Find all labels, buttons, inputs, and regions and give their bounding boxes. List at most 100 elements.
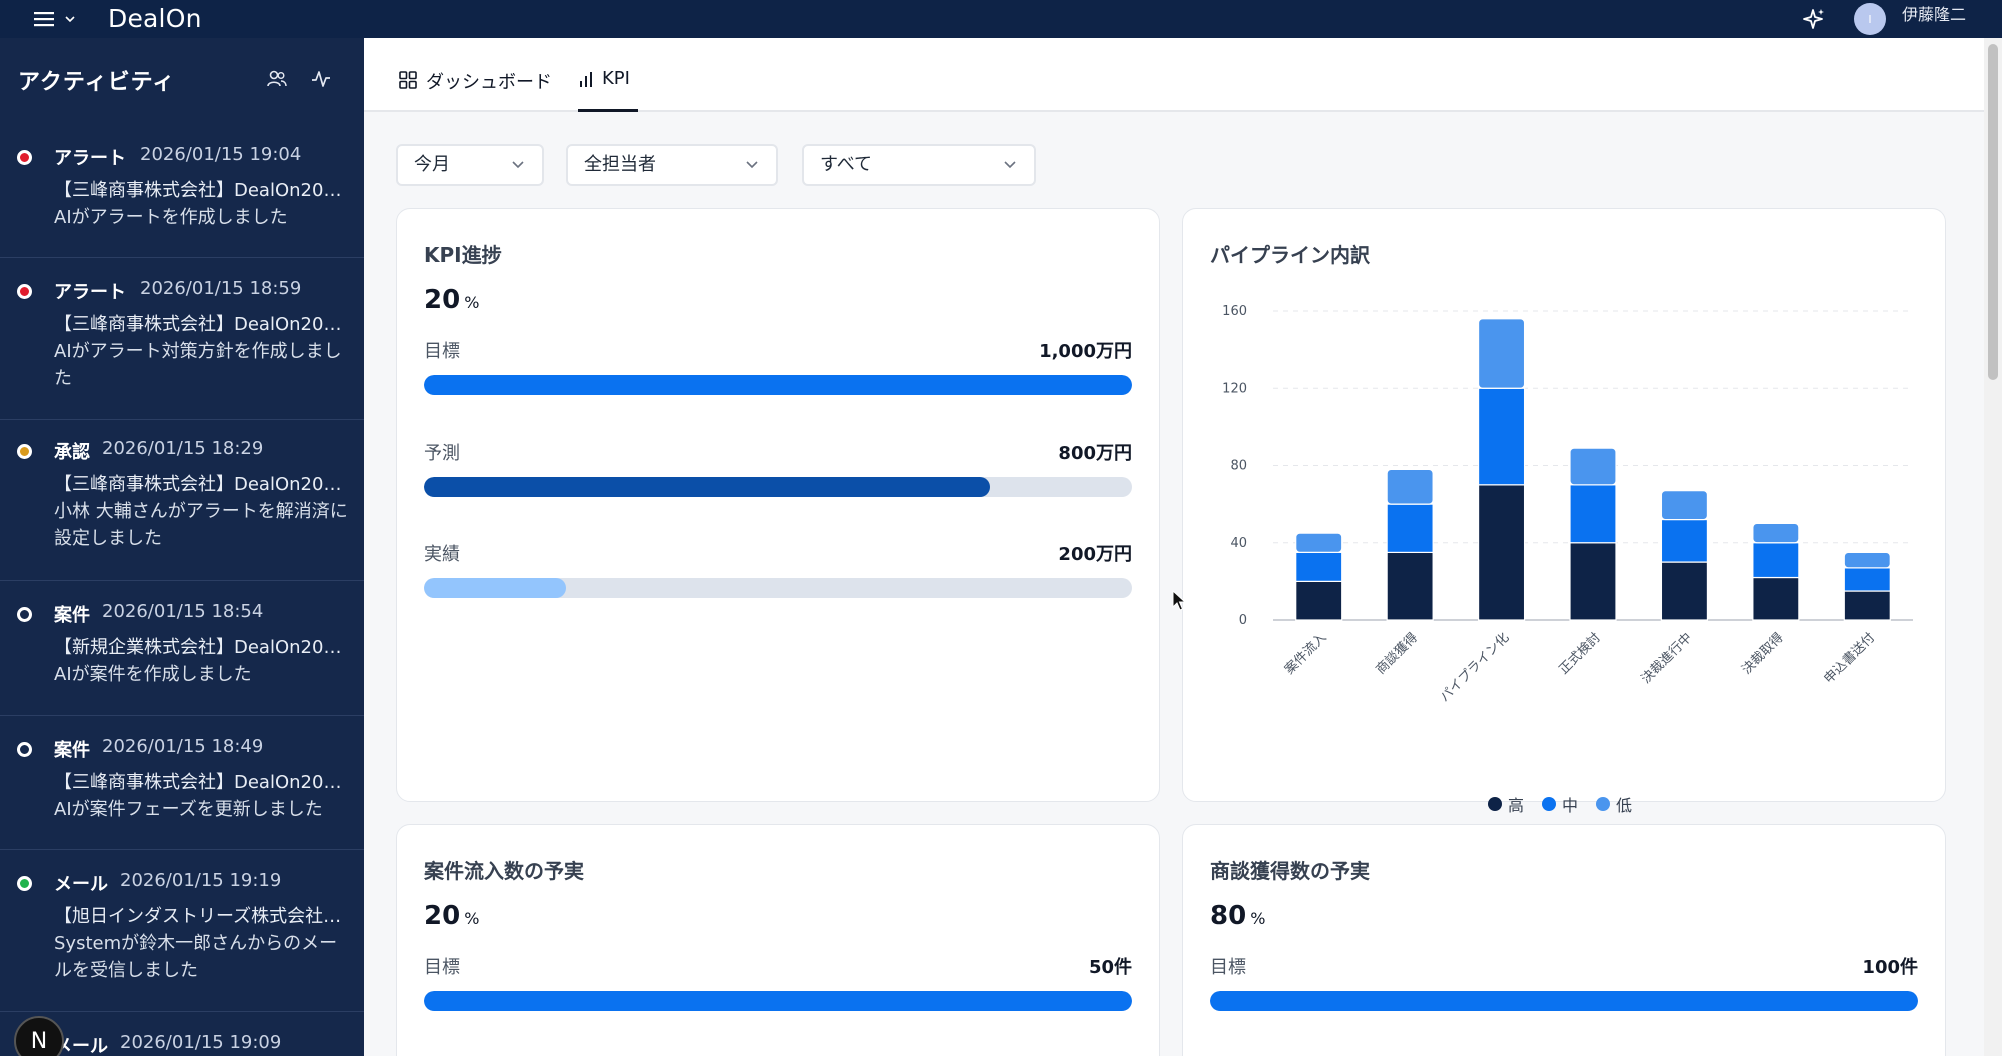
meeting-target-label: 目標 <box>1210 957 1246 978</box>
owner-filter-value: 全担当者 <box>584 154 656 175</box>
status-dot <box>17 876 32 891</box>
activity-item[interactable]: アラート 2026/01/15 19:04 【三峰商事株式会社】DealOn20… <box>0 124 364 258</box>
y-tick-label: 120 <box>1222 381 1247 396</box>
meeting-target-value: 100件 <box>1862 957 1918 978</box>
user-name[interactable]: 伊藤隆二 <box>1902 0 1966 30</box>
bar-segment <box>1477 318 1526 389</box>
activity-subject: 【三峰商事株式会社】DealOn2026導入プロジェクト <box>54 772 352 793</box>
top-bar: DealOn I 伊藤隆二 <box>0 0 2002 38</box>
activity-desc: AIが案件を作成しました <box>54 664 252 685</box>
activity-item[interactable]: 案件 2026/01/15 18:54 【新規企業株式会社】DealOn2026… <box>0 581 364 716</box>
card-title: KPI進捗 <box>424 243 502 267</box>
chart-legend: 高 中 低 <box>1488 792 1632 816</box>
bar-segment <box>1295 551 1343 582</box>
chevron-down-icon <box>746 161 758 169</box>
type-filter[interactable]: すべて <box>802 144 1036 186</box>
card-title: 商談獲得数の予実 <box>1210 859 1370 883</box>
activity-time: 2026/01/15 18:49 <box>102 736 264 757</box>
bar-segment <box>1660 518 1709 563</box>
x-tick-label: 決裁取得 <box>1739 630 1787 678</box>
period-filter[interactable]: 今月 <box>396 144 544 186</box>
bar-segment <box>1660 490 1709 521</box>
legend-item-high: 高 <box>1488 792 1524 816</box>
activity-type: 案件 <box>54 605 90 626</box>
status-dot <box>17 742 32 757</box>
meeting-percent: 80% <box>1210 901 1266 931</box>
activity-time: 2026/01/15 18:29 <box>102 438 264 459</box>
activity-item[interactable]: 案件 2026/01/15 18:49 【三峰商事株式会社】DealOn2026… <box>0 716 364 850</box>
main-content: ダッシュボード KPI 今月 全担当者 すべて KPI進捗 20% 目標 1,0… <box>364 38 1984 1056</box>
bar-segment <box>1295 580 1343 621</box>
dashboard-grid-icon <box>399 71 417 89</box>
chevron-down-icon <box>1004 161 1016 169</box>
activity-item[interactable]: 承認 2026/01/15 18:29 【三峰商事株式会社】DealOn2026… <box>0 420 364 581</box>
y-tick-label: 80 <box>1230 459 1247 474</box>
target-label: 目標 <box>424 341 460 362</box>
legend-swatch <box>1488 797 1502 811</box>
tab-dashboard[interactable]: ダッシュボード <box>398 68 552 112</box>
legend-swatch <box>1596 797 1611 811</box>
bar-segment <box>1386 551 1434 621</box>
legend-label: 低 <box>1616 796 1633 815</box>
x-tick-label: 決裁進行中 <box>1638 630 1695 687</box>
activity-subject: 【三峰商事株式会社】DealOn2026導入プロジェクト <box>54 180 352 201</box>
activity-subject: 【旭日インダストリーズ株式会社】DealOn2026導入 <box>54 906 352 927</box>
legend-swatch <box>1542 797 1557 811</box>
activity-time: 2026/01/15 19:09 <box>120 1032 282 1053</box>
menu-button[interactable] <box>32 4 76 34</box>
card-title: パイプライン内訳 <box>1210 243 1370 267</box>
tab-bar: ダッシュボード KPI <box>364 38 1984 112</box>
inflow-progress-bar <box>424 991 1132 1011</box>
tab-label: ダッシュボード <box>426 72 552 93</box>
chevron-down-icon <box>512 161 524 169</box>
meeting-progress-bar <box>1210 991 1918 1011</box>
bar-segment <box>1386 503 1434 554</box>
actual-progress-bar <box>424 578 1132 598</box>
hamburger-icon <box>34 12 54 27</box>
scrollbar-thumb[interactable] <box>1988 44 1998 380</box>
activity-sidebar: アクティビティ アラート 2026/01/15 19:04 【三峰商事株式会社】… <box>0 38 364 1056</box>
bar-segment <box>1477 387 1526 486</box>
legend-item-mid: 中 <box>1542 792 1578 816</box>
activity-item[interactable]: アラート 2026/01/15 18:59 【三峰商事株式会社】DealOn20… <box>0 258 364 420</box>
avatar[interactable]: I <box>1854 3 1886 35</box>
activity-item[interactable]: メール 2026/01/15 19:19 【旭日インダストリーズ株式会社】Dea… <box>0 850 364 1012</box>
activity-icon[interactable] <box>310 68 336 94</box>
bar-segment <box>1295 532 1343 554</box>
activity-type: メール <box>54 874 108 895</box>
chevron-down-icon <box>65 16 75 23</box>
period-filter-value: 今月 <box>414 154 450 175</box>
activity-type: 案件 <box>54 740 90 761</box>
bar-segment <box>1752 542 1800 579</box>
tab-kpi[interactable]: KPI <box>578 68 638 112</box>
bar-segment <box>1569 447 1617 486</box>
scrollbar[interactable] <box>1984 38 2002 1056</box>
activity-desc: AIが案件フェーズを更新しました <box>54 799 323 820</box>
bar-segment <box>1843 551 1891 569</box>
inflow-card: 案件流入数の予実 20% 目標 50件 <box>396 824 1160 1056</box>
bar-segment <box>1843 590 1891 621</box>
meeting-card: 商談獲得数の予実 80% 目標 100件 <box>1182 824 1946 1056</box>
inflow-target-label: 目標 <box>424 957 460 978</box>
inflow-percent: 20% <box>424 901 480 931</box>
bar-segment <box>1569 484 1617 544</box>
people-icon[interactable] <box>266 68 292 94</box>
sparkle-icon[interactable] <box>1798 4 1828 34</box>
activity-time: 2026/01/15 19:04 <box>140 144 302 165</box>
status-dot <box>17 284 32 299</box>
pipeline-stacked-bar-chart: 0 40 80 120 160 案件流入 商談獲得 パイプライン化 正式検討 決裁進行中 決裁取得申… <box>1222 304 1913 705</box>
type-filter-value: すべて <box>820 154 873 175</box>
target-value: 1,000万円 <box>1039 341 1132 362</box>
forecast-label: 予測 <box>424 443 460 464</box>
bar-segment <box>1752 576 1800 621</box>
activity-desc: AIがアラートを作成しました <box>54 207 288 228</box>
activity-time: 2026/01/15 19:19 <box>120 870 282 891</box>
actual-value: 200万円 <box>1058 544 1132 565</box>
owner-filter[interactable]: 全担当者 <box>566 144 778 186</box>
status-dot <box>17 607 32 622</box>
sidebar-header: アクティビティ <box>0 38 364 124</box>
bar-chart-icon <box>580 72 592 87</box>
brand-logo: DealOn <box>108 4 202 33</box>
legend-item-low: 低 <box>1596 792 1632 816</box>
kpi-percent: 20% <box>424 285 480 315</box>
